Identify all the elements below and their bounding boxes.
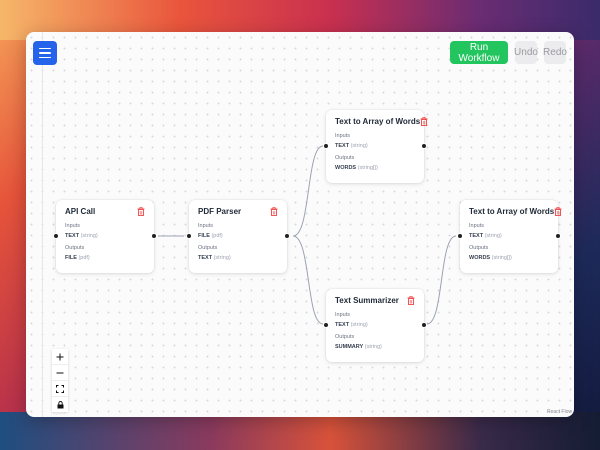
trash-icon[interactable] xyxy=(420,117,428,126)
source-handle[interactable] xyxy=(421,143,427,149)
outputs-label: Outputs xyxy=(469,245,489,251)
background-bottom xyxy=(0,412,600,450)
zoom-out-button[interactable] xyxy=(52,365,68,381)
trash-icon[interactable] xyxy=(137,207,145,216)
port-type: (string) xyxy=(350,322,368,328)
hamburger-icon-bar xyxy=(39,47,51,50)
port-name: FILE xyxy=(198,233,210,239)
flow-controls xyxy=(52,349,68,412)
port-type: (string) xyxy=(80,233,98,239)
node-title: Text to Array of Words xyxy=(335,117,421,126)
lock-button[interactable] xyxy=(52,397,68,412)
react-flow-attribution[interactable]: React Flow xyxy=(547,409,572,415)
target-handle[interactable] xyxy=(53,233,59,239)
source-handle[interactable] xyxy=(421,322,427,328)
outputs-label: Outputs xyxy=(335,155,355,161)
port-type: (pdf) xyxy=(211,233,223,239)
lock-icon xyxy=(57,400,63,408)
port-type: (string) xyxy=(350,143,368,149)
inputs-label: Inputs xyxy=(335,312,350,318)
node-pdf-parser[interactable]: PDF Parser Inputs FILE (pdf) Outputs TEX… xyxy=(186,200,290,273)
input-port: TEXT (string) xyxy=(65,233,145,239)
port-type: (string[]) xyxy=(357,165,378,171)
run-workflow-button[interactable]: Run Workflow xyxy=(450,41,508,64)
hamburger-icon-bar xyxy=(39,56,51,59)
undo-button[interactable]: Undo xyxy=(514,41,538,64)
inputs-label: Inputs xyxy=(335,133,350,139)
source-handle[interactable] xyxy=(151,233,157,239)
input-port: FILE (pdf) xyxy=(198,233,278,239)
inputs-label: Inputs xyxy=(469,223,484,229)
output-port: WORDS (string[]) xyxy=(335,165,415,171)
target-handle[interactable] xyxy=(457,233,463,239)
input-port: TEXT (string) xyxy=(335,143,415,149)
redo-button[interactable]: Redo xyxy=(543,41,567,64)
port-type: (string) xyxy=(213,255,231,261)
input-port: TEXT (string) xyxy=(469,233,549,239)
port-name: FILE xyxy=(65,255,77,261)
output-port: TEXT (string) xyxy=(198,255,278,261)
minus-icon xyxy=(56,372,64,373)
target-handle[interactable] xyxy=(323,143,329,149)
fit-view-button[interactable] xyxy=(52,381,68,397)
target-handle[interactable] xyxy=(186,233,192,239)
node-api-call[interactable]: API Call Inputs TEXT (string) Outputs FI… xyxy=(53,200,157,273)
port-name: TEXT xyxy=(469,233,484,239)
source-handle[interactable] xyxy=(555,233,561,239)
outputs-label: Outputs xyxy=(198,245,218,251)
node-title: PDF Parser xyxy=(198,207,242,216)
edge-pdf-to-words[interactable] xyxy=(292,145,324,237)
node-text-to-array-right[interactable]: Text to Array of Words Inputs TEXT (stri… xyxy=(457,200,562,273)
port-name: WORDS xyxy=(469,255,491,261)
edge-summarizer-to-words[interactable] xyxy=(426,235,457,325)
outputs-label: Outputs xyxy=(335,334,355,340)
node-text-summarizer[interactable]: Text Summarizer Inputs TEXT (string) Out… xyxy=(323,289,427,362)
menu-button[interactable] xyxy=(33,41,57,65)
port-name: SUMMARY xyxy=(335,344,364,350)
hamburger-icon-bar xyxy=(39,52,51,54)
inputs-label: Inputs xyxy=(65,223,80,229)
outputs-label: Outputs xyxy=(65,245,85,251)
port-name: TEXT xyxy=(198,255,213,261)
node-title: Text Summarizer xyxy=(335,296,399,305)
output-port: FILE (pdf) xyxy=(65,255,145,261)
node-text-to-array-top[interactable]: Text to Array of Words Inputs TEXT (stri… xyxy=(323,110,428,183)
source-handle[interactable] xyxy=(284,233,290,239)
node-title: API Call xyxy=(65,207,96,216)
port-name: TEXT xyxy=(65,233,80,239)
output-port: SUMMARY (string) xyxy=(335,344,415,350)
input-port: TEXT (string) xyxy=(335,322,415,328)
app-window: Run Workflow Undo Redo API Call Inputs T… xyxy=(26,32,574,417)
zoom-in-button[interactable] xyxy=(52,349,68,365)
port-name: TEXT xyxy=(335,143,350,149)
port-name: WORDS xyxy=(335,165,357,171)
inputs-label: Inputs xyxy=(198,223,213,229)
target-handle[interactable] xyxy=(323,322,329,328)
fit-view-icon xyxy=(56,384,64,393)
trash-icon[interactable] xyxy=(554,207,562,216)
output-port: WORDS (string[]) xyxy=(469,255,549,261)
edge-pdf-to-summarizer[interactable] xyxy=(292,235,324,325)
toolbar: Run Workflow Undo Redo xyxy=(450,41,567,64)
trash-icon[interactable] xyxy=(407,296,415,305)
node-title: Text to Array of Words xyxy=(469,207,555,216)
port-type: (string) xyxy=(364,344,382,350)
port-type: (string) xyxy=(484,233,502,239)
port-name: TEXT xyxy=(335,322,350,328)
port-type: (pdf) xyxy=(78,255,90,261)
plus-icon xyxy=(56,353,64,360)
port-type: (string[]) xyxy=(491,255,512,261)
trash-icon[interactable] xyxy=(270,207,278,216)
